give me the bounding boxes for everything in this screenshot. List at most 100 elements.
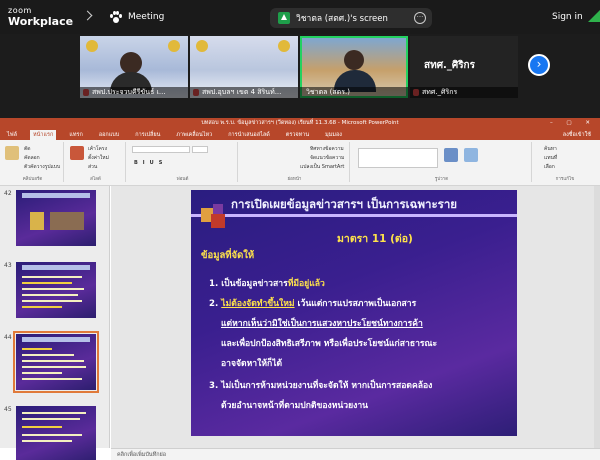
ribbon-group-slides: เค้าโครง ตั้งค่าใหม่ ส่วน สไลด์ <box>66 142 126 182</box>
ribbon-label-clipboard: คลิปบอร์ด <box>22 177 43 182</box>
ribbon: ตัด คัดลอก ตัวคัดวางรูปแบบ คลิปบอร์ด เค้… <box>0 140 600 186</box>
find-button[interactable]: ค้นหา <box>544 145 557 153</box>
replace-button[interactable]: แทนที่ <box>544 154 557 162</box>
participant-name: วิชาตล (สตร.) <box>300 87 408 98</box>
slide-thumbnail[interactable] <box>16 190 96 246</box>
select-button[interactable]: เลือก <box>544 163 555 171</box>
emblem-icon <box>86 40 98 52</box>
participant-tile[interactable]: สพป.อุบลฯ เขต 4 สิรินท์... <box>190 36 298 98</box>
tab-file[interactable]: ไฟล์ <box>4 130 20 140</box>
tab-insert[interactable]: แทรก <box>66 130 85 140</box>
title-underline <box>191 214 517 217</box>
participant-name: สพป.ประจวบคีรีขันธ์ เ... <box>80 87 188 98</box>
connection-signal-icon <box>588 10 600 22</box>
notes-pane[interactable]: คลิกเพื่อเพิ่มบันทึกย่อ <box>111 448 600 460</box>
format-painter-button[interactable]: ตัวคัดวางรูปแบบ <box>24 163 60 171</box>
text-direction-button[interactable]: ทิศทางข้อความ <box>310 145 344 153</box>
slide-thumbnail[interactable] <box>16 406 96 460</box>
ribbon-group-editing: ค้นหา แทนที่ เลือก การแก้ไข <box>534 142 596 182</box>
bullet-text: เว้นแต่การแปรสภาพเป็นเอกสาร <box>294 299 417 309</box>
window-controls[interactable]: – ▢ ✕ <box>550 118 596 128</box>
participant-video <box>120 52 142 74</box>
section-button[interactable]: ส่วน <box>88 163 97 171</box>
shapes-gallery[interactable] <box>358 148 438 168</box>
ribbon-tabs: ไฟล์ หน้าแรก แทรก ออกแบบ การเปลี่ยน ภาพเ… <box>0 128 600 140</box>
ribbon-group-paragraph: ทิศทางข้อความ จัดแนวข้อความ แปลงเป็น Sma… <box>240 142 350 182</box>
paste-icon[interactable] <box>5 146 19 160</box>
tab-view[interactable]: มุมมอง <box>322 130 345 140</box>
meeting-tab[interactable]: Meeting <box>110 11 164 23</box>
tab-home[interactable]: หน้าแรก <box>30 130 57 140</box>
bullet-text: 3. ไม่เป็นการห้ามหน่วยงานที่จะจัดให้ หาก… <box>209 381 433 391</box>
tab-design[interactable]: ออกแบบ <box>96 130 122 140</box>
layout-button[interactable]: เค้าโครง <box>88 145 107 153</box>
screen: zoom Workplace Meeting วิชาตล (สตศ.)'s s… <box>0 0 600 460</box>
slide-thumbnail-selected[interactable] <box>13 331 99 393</box>
tab-animations[interactable]: ภาพเคลื่อนไหว <box>173 130 215 140</box>
bullet-highlight: ที่มีอยู่แล้ว <box>287 279 325 289</box>
thumbnail-number: 45 <box>4 406 12 413</box>
slide-bullet-3-cont: ด้วยอำนาจหน้าที่ตามปกติของหน่วยงาน <box>209 398 368 412</box>
decorative-square <box>211 214 225 228</box>
vertical-scrollbar[interactable] <box>594 186 600 448</box>
slide-thumbnail[interactable] <box>16 262 96 318</box>
participant-big-name: สทศ._ศิริกร <box>424 60 475 71</box>
bullet-highlight: ไม่ต้องจัดทำขึ้นใหม่ <box>221 299 295 309</box>
screen-share-indicator[interactable]: วิชาตล (สตศ.)'s screen ··· <box>270 8 432 28</box>
participant-name: สพป.อุบลฯ เขต 4 สิรินท์... <box>190 87 298 98</box>
emblem-icon <box>196 40 208 52</box>
font-name-select[interactable] <box>132 146 190 153</box>
zoom-top-bar: zoom Workplace Meeting วิชาตล (สตศ.)'s s… <box>0 0 600 34</box>
arrange-icon[interactable] <box>444 148 458 162</box>
participant-tile-active[interactable]: วิชาตล (สตร.) <box>300 36 408 98</box>
zoom-logo: zoom Workplace <box>8 5 73 27</box>
more-options-icon[interactable]: ··· <box>414 12 426 24</box>
tab-review[interactable]: ตรวจทาน <box>283 130 312 140</box>
thumbnail-number: 44 <box>4 334 12 341</box>
ribbon-label-drawing: รูปวาด <box>434 177 449 182</box>
bullet-text: ด้วยอำนาจหน้าที่ตามปกติของหน่วยงาน <box>221 401 369 411</box>
meeting-label: Meeting <box>128 12 165 22</box>
tab-slideshow[interactable]: การนำเสนอสไลด์ <box>225 130 273 140</box>
copy-button[interactable]: คัดลอก <box>24 154 40 162</box>
share-screen-icon <box>278 12 290 24</box>
slide-editor[interactable]: การเปิดเผยข้อมูลข่าวสารฯ เป็นการเฉพาะราย… <box>111 186 600 448</box>
bullet-text: และเพื่อปกป้องสิทธิเสรีภาพ หรือเพื่อประโ… <box>221 339 438 349</box>
sign-in-button[interactable]: Sign in <box>552 12 583 22</box>
align-text-button[interactable]: จัดแนวข้อความ <box>310 154 344 162</box>
ribbon-label-font: ฟอนต์ <box>176 177 189 182</box>
ribbon-label-paragraph: ย่อหน้า <box>287 177 302 182</box>
share-label: วิชาตล (สตศ.)'s screen <box>296 14 388 24</box>
powerpoint-window: บทสอบ พ.ร.บ. ข้อมูลข่าวสารฯ (วีดทอง) เรี… <box>0 118 600 460</box>
current-slide[interactable]: การเปิดเผยข้อมูลข่าวสารฯ เป็นการเฉพาะราย… <box>191 190 517 436</box>
thumbnail-number: 42 <box>4 190 12 197</box>
sign-in-link[interactable]: ลงชื่อเข้าใช้ <box>560 130 594 140</box>
slide-subtitle: มาตรา 11 (ต่อ) <box>337 233 413 245</box>
slide-thumbnail-pane[interactable]: 42 43 44 45 <box>0 186 110 460</box>
bullet-text: 2. <box>209 299 222 309</box>
slide-bullet-1: 1. เป็นข้อมูลข่าวสารที่มีอยู่แล้ว <box>209 276 325 290</box>
chevron-down-icon[interactable] <box>82 10 93 21</box>
font-style-buttons[interactable]: BIUS <box>134 160 167 166</box>
convert-smartart-button[interactable]: แปลงเป็น SmartArt <box>300 163 344 171</box>
ribbon-label-editing: การแก้ไข <box>555 177 575 182</box>
next-participants-button[interactable]: › <box>528 54 550 76</box>
new-slide-icon[interactable] <box>70 146 84 160</box>
participant-video <box>344 50 364 70</box>
participant-tile[interactable]: สทศ._ศิริกร สทศ._ศิริกร <box>410 36 518 98</box>
tab-transitions[interactable]: การเปลี่ยน <box>132 130 163 140</box>
participant-strip: สพป.ประจวบคีรีขันธ์ เ... สพป.อุบลฯ เขต 4… <box>80 36 518 98</box>
ribbon-group-drawing: รูปวาด <box>352 142 532 182</box>
logo-line2: Workplace <box>8 15 74 28</box>
ppt-title-bar: บทสอบ พ.ร.บ. ข้อมูลข่าวสารฯ (วีดทอง) เรี… <box>0 118 600 128</box>
cut-button[interactable]: ตัด <box>24 145 31 153</box>
emblem-icon <box>168 40 180 52</box>
decorative-square <box>213 204 223 214</box>
slide-bullet-2-cont: และเพื่อปกป้องสิทธิเสรีภาพ หรือเพื่อประโ… <box>209 336 437 350</box>
participant-tile[interactable]: สพป.ประจวบคีรีขันธ์ เ... <box>80 36 188 98</box>
bullet-text: อาจจัดหาให้ก็ได้ <box>221 359 283 369</box>
ppt-window-title: บทสอบ พ.ร.บ. ข้อมูลข่าวสารฯ (วีดทอง) เรี… <box>201 120 399 126</box>
font-size-select[interactable] <box>192 146 208 153</box>
quick-styles-icon[interactable] <box>464 148 478 162</box>
reset-button[interactable]: ตั้งค่าใหม่ <box>88 154 109 162</box>
